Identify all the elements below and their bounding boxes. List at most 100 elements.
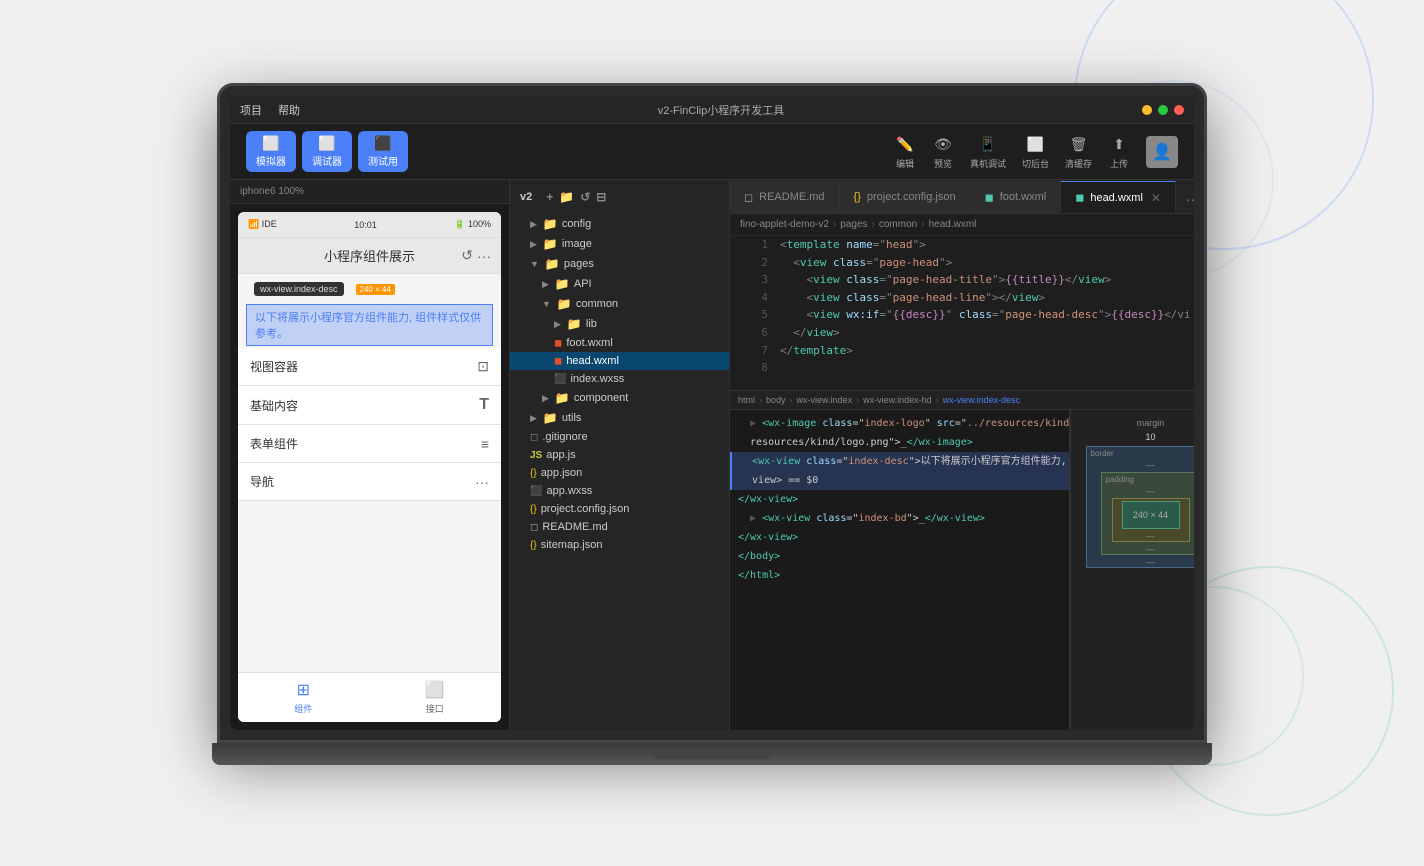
test-icon: ⬛: [374, 135, 391, 152]
tree-file-app-wxss[interactable]: ⬛ app.wxss: [510, 482, 729, 500]
list-item-label-1: 基础内容: [250, 397, 298, 414]
tree-folder-utils[interactable]: ▶ 📁 utils: [510, 408, 729, 428]
list-item-view-container[interactable]: 视图容器 ⊡: [238, 348, 501, 386]
phone-bottom-nav: ⊞ 组件 ⬜ 接口: [238, 672, 501, 722]
collapse-tree-icon[interactable]: ⊟: [596, 190, 606, 204]
simulate-label: 模拟器: [256, 153, 286, 168]
real-debug-label: 真机调试: [970, 157, 1006, 170]
tree-file-foot-wxml[interactable]: ◼ foot.wxml: [510, 334, 729, 352]
tree-file-gitignore[interactable]: ◻ .gitignore: [510, 428, 729, 446]
debug-icon: ⬜: [318, 135, 335, 152]
minimize-button[interactable]: [1142, 105, 1152, 115]
new-file-icon[interactable]: +: [546, 190, 553, 204]
box-content: 240 × 44: [1122, 501, 1180, 529]
action-upload[interactable]: ⬆ 上传: [1108, 133, 1130, 170]
list-item-nav[interactable]: 导航 ···: [238, 463, 501, 501]
bg-icon: ⬜: [1024, 133, 1046, 155]
elem-bc-sep: ›: [790, 395, 793, 405]
edit-icon: ✏️: [894, 133, 916, 155]
tree-folder-lib[interactable]: ▶ 📁 lib: [510, 314, 729, 334]
action-bg[interactable]: ⬜ 切后台: [1022, 133, 1049, 170]
html-line-selected[interactable]: <wx-view class="index-desc">以下将展示小程序官方组件…: [730, 452, 1069, 471]
list-item-icon-2: ≡: [481, 436, 489, 452]
tree-file-app-json[interactable]: {} app.json: [510, 464, 729, 482]
refresh-icon[interactable]: ↺: [461, 247, 473, 264]
line-number: 7: [738, 342, 768, 360]
more-options-icon[interactable]: ···: [477, 248, 491, 264]
test-button[interactable]: ⬛ 测试用: [358, 131, 408, 172]
elem-bc-sep: ›: [856, 395, 859, 405]
elem-bc-body[interactable]: body: [766, 395, 786, 405]
tab-label: head.wxml: [1090, 192, 1143, 204]
tab-more-button[interactable]: ···: [1176, 185, 1194, 213]
code-content: [780, 359, 1186, 377]
tree-file-readme[interactable]: ◻ README.md: [510, 518, 729, 536]
device-screen: 📶 IDE 10:01 🔋 100% 小程序组件展示 ··· ↺: [238, 212, 501, 722]
tab-close-icon[interactable]: ✕: [1151, 191, 1161, 205]
nav-api[interactable]: ⬜ 接口: [425, 680, 445, 715]
tree-toolbar: + 📁 ↺ ⊟: [536, 186, 616, 208]
nav-component[interactable]: ⊞ 组件: [294, 680, 312, 715]
laptop-notch: [652, 749, 772, 759]
menu-help[interactable]: 帮助: [278, 102, 300, 118]
list-item-basic-content[interactable]: 基础内容 T: [238, 386, 501, 425]
action-preview[interactable]: 👁 预览: [932, 133, 954, 170]
box-outer: border — padding — 240 × 44: [1086, 446, 1195, 568]
line-number: 3: [738, 271, 768, 289]
wxss-icon: ⬛: [530, 486, 542, 497]
tree-folder-config[interactable]: ▶ 📁 config: [510, 214, 729, 234]
tree-item-label: head.wxml: [566, 355, 619, 367]
action-clear[interactable]: 🗑 清缓存: [1065, 133, 1092, 170]
tree-folder-api[interactable]: ▶ 📁 API: [510, 274, 729, 294]
elem-bc-wx-view-index[interactable]: wx-view.index: [797, 395, 853, 405]
tree-file-project-config[interactable]: {} project.config.json: [510, 500, 729, 518]
wxss-icon: ⬛: [554, 374, 566, 385]
tree-folder-image[interactable]: ▶ 📁 image: [510, 234, 729, 254]
tree-file-index-wxss[interactable]: ⬛ index.wxss: [510, 370, 729, 388]
elem-bc-html[interactable]: html: [738, 395, 755, 405]
tab-foot-wxml[interactable]: ◼ foot.wxml: [971, 181, 1062, 213]
html-line: resources/kind/logo.png">_</wx-image>: [730, 433, 1069, 452]
tree-item-label: lib: [586, 318, 597, 330]
folder-icon: 📁: [545, 257, 560, 271]
tree-folder-pages[interactable]: ▼ 📁 pages: [510, 254, 729, 274]
menu-project[interactable]: 项目: [240, 102, 262, 118]
tree-file-app-js[interactable]: JS app.js: [510, 446, 729, 464]
tree-file-head-wxml[interactable]: ◼ head.wxml: [510, 352, 729, 370]
code-content: <view class="page-head">: [780, 254, 1186, 272]
maximize-button[interactable]: [1158, 105, 1168, 115]
toolbar: ⬜ 模拟器 ⬜ 调试器 ⬛ 测试用 ✏️ 编辑: [230, 124, 1194, 180]
elem-bc-wx-view-desc[interactable]: wx-view.index-desc: [943, 395, 1021, 405]
close-button[interactable]: [1174, 105, 1184, 115]
tree-folder-common[interactable]: ▼ 📁 common: [510, 294, 729, 314]
margin-label: margin: [1137, 418, 1165, 428]
tree-item-label: component: [574, 392, 628, 404]
simulate-button[interactable]: ⬜ 模拟器: [246, 131, 296, 172]
tab-project-config[interactable]: {} project.config.json: [840, 181, 971, 213]
chevron-icon: ▶: [554, 319, 561, 330]
elem-bc-sep: ›: [759, 395, 762, 405]
tab-head-wxml[interactable]: ◼ head.wxml ✕: [1061, 181, 1176, 213]
breadcrumb-sep-1: ›: [833, 219, 836, 230]
code-editor[interactable]: 1 <template name="head"> 2 <view class="…: [730, 236, 1194, 390]
html-view[interactable]: ▶ <wx-image class="index-logo" src="../r…: [730, 410, 1069, 730]
laptop-screen: 项目 帮助 v2-FinClip小程序开发工具 ⬜ 模拟器: [217, 83, 1207, 743]
list-item-form[interactable]: 表单组件 ≡: [238, 425, 501, 463]
refresh-tree-icon[interactable]: ↺: [580, 190, 590, 204]
elem-bc-wx-view-hd[interactable]: wx-view.index-hd: [863, 395, 932, 405]
tree-folder-component[interactable]: ▶ 📁 component: [510, 388, 729, 408]
status-battery: 🔋 100%: [454, 219, 491, 230]
tab-readme[interactable]: ◻ README.md: [730, 181, 840, 213]
clear-label: 清缓存: [1065, 157, 1092, 170]
action-real-debug[interactable]: 📱 真机调试: [970, 133, 1006, 170]
action-edit[interactable]: ✏️ 编辑: [894, 133, 916, 170]
user-avatar[interactable]: 👤: [1146, 136, 1178, 168]
debug-button[interactable]: ⬜ 调试器: [302, 131, 352, 172]
tree-item-label: .gitignore: [542, 431, 587, 443]
tree-file-sitemap[interactable]: {} sitemap.json: [510, 536, 729, 554]
border-label: border: [1087, 447, 1118, 460]
new-folder-icon[interactable]: 📁: [559, 190, 574, 204]
tree-item-label: foot.wxml: [566, 337, 612, 349]
html-line-selected-2[interactable]: view> == $0: [730, 471, 1069, 490]
laptop: 项目 帮助 v2-FinClip小程序开发工具 ⬜ 模拟器: [212, 83, 1212, 783]
